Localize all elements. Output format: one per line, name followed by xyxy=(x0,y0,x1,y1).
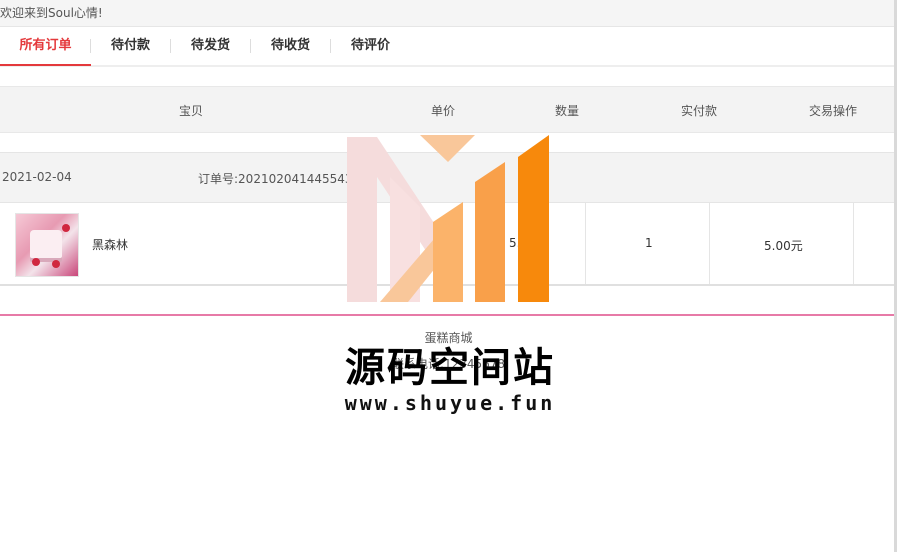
berry-shape xyxy=(52,260,60,268)
order-date: 2021-02-04 xyxy=(2,170,72,184)
col-product: 宝贝 xyxy=(179,104,204,118)
berry-shape xyxy=(32,258,40,266)
order-number: 订单号:2021020414455437€ xyxy=(198,172,368,186)
table-header: 宝贝 单价 数量 实付款 交易操作 xyxy=(0,86,897,133)
tab-all-orders[interactable]: 所有订单 xyxy=(0,27,91,66)
cell-divider xyxy=(853,202,854,284)
berry-shape xyxy=(62,224,70,232)
order-header: 2021-02-04 订单号:2021020414455437€ xyxy=(0,152,897,203)
col-quantity: 数量 xyxy=(555,104,580,118)
watermark-title: 源码空间站 xyxy=(345,345,555,391)
unit-price: 5. xyxy=(509,236,521,250)
cake-image xyxy=(30,230,62,258)
footer-divider xyxy=(0,314,897,316)
quantity: 1 xyxy=(645,236,653,250)
cell-divider xyxy=(709,202,710,284)
col-action: 交易操作 xyxy=(809,104,858,118)
order-tabs: 所有订单 待付款 待发货 待收货 待评价 xyxy=(0,27,897,67)
col-paid: 实付款 xyxy=(681,104,718,118)
order-item-row: 黑森林 5. 1 5.00元 xyxy=(0,202,897,286)
welcome-text: 欢迎来到Soul心情! xyxy=(0,6,103,20)
watermark-url: www.shuyue.fun xyxy=(344,391,556,415)
col-unit-price: 单价 xyxy=(431,104,456,118)
tab-pending-receipt[interactable]: 待收货 xyxy=(251,27,330,65)
tab-pending-payment[interactable]: 待付款 xyxy=(91,27,170,65)
product-name[interactable]: 黑森林 xyxy=(92,236,128,253)
cell-divider xyxy=(461,202,462,284)
cell-divider xyxy=(585,202,586,284)
top-bar: 欢迎来到Soul心情! xyxy=(0,0,897,27)
tab-pending-review[interactable]: 待评价 xyxy=(331,27,410,65)
tab-pending-shipment[interactable]: 待发货 xyxy=(171,27,250,65)
product-thumbnail[interactable] xyxy=(15,213,79,277)
paid-amount: 5.00元 xyxy=(764,239,803,253)
